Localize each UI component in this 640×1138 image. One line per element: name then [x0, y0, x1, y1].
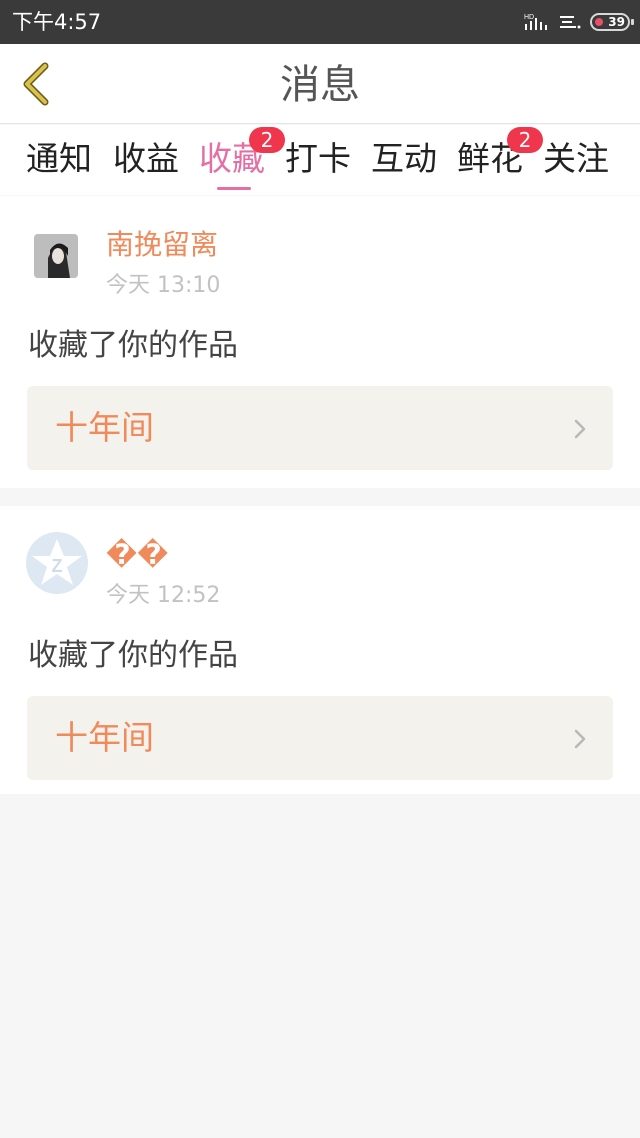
default-avatar-icon: Z [32, 539, 82, 585]
avatar-photo [34, 234, 78, 278]
work-title: 十年间 [55, 408, 154, 447]
avatar[interactable] [34, 234, 78, 278]
tab-label: 收益 [113, 139, 179, 178]
message-text: 收藏了你的作品 [28, 638, 238, 673]
tab-favorites[interactable]: 收藏 2 [199, 127, 285, 190]
signal-icon: HD [524, 14, 547, 30]
message-card: Z �� 今天 12:52 收藏了你的作品 十年间 [0, 506, 640, 794]
svg-text:Z: Z [52, 556, 63, 576]
chevron-right-icon [574, 729, 586, 749]
timestamp: 今天 13:10 [106, 273, 221, 298]
header: 消息 [0, 44, 640, 124]
status-bar: 下午4:57 HD 39 [0, 0, 640, 44]
unread-badge: 2 [249, 127, 285, 153]
battery-level: 39 [608, 15, 625, 29]
tab-label: 通知 [26, 139, 92, 178]
tab-label: 打卡 [285, 139, 351, 178]
message-card: 南挽留离 今天 13:10 收藏了你的作品 十年间 [0, 196, 640, 488]
tab-follows[interactable]: 关注 [543, 139, 609, 185]
work-title: 十年间 [55, 718, 154, 757]
tab-earnings[interactable]: 收益 [113, 139, 179, 185]
status-time: 下午4:57 [12, 10, 102, 34]
tab-label: 关注 [543, 139, 609, 178]
unread-badge: 2 [507, 127, 543, 153]
avatar[interactable]: Z [26, 532, 88, 594]
message-text: 收藏了你的作品 [28, 328, 238, 363]
tab-interactions[interactable]: 互动 [371, 139, 437, 185]
tab-bar: 通知 收益 收藏 2 打卡 互动 鲜花 2 关注 [0, 125, 640, 195]
tab-notifications[interactable]: 通知 [26, 139, 92, 185]
wifi-icon [560, 16, 581, 29]
timestamp: 今天 12:52 [106, 583, 221, 608]
chevron-right-icon [574, 419, 586, 439]
user-name[interactable]: �� [106, 538, 168, 572]
tab-flowers[interactable]: 鲜花 2 [457, 127, 543, 185]
tab-label: 互动 [371, 139, 437, 178]
status-icons: HD 39 [524, 10, 634, 34]
work-link[interactable]: 十年间 [27, 696, 613, 780]
battery-icon: 39 [590, 13, 634, 31]
page-title: 消息 [280, 62, 360, 108]
active-tab-indicator [217, 187, 251, 190]
user-name[interactable]: 南挽留离 [106, 228, 218, 262]
tab-checkin[interactable]: 打卡 [285, 139, 351, 185]
svg-text:HD: HD [524, 14, 534, 21]
work-link[interactable]: 十年间 [27, 386, 613, 470]
